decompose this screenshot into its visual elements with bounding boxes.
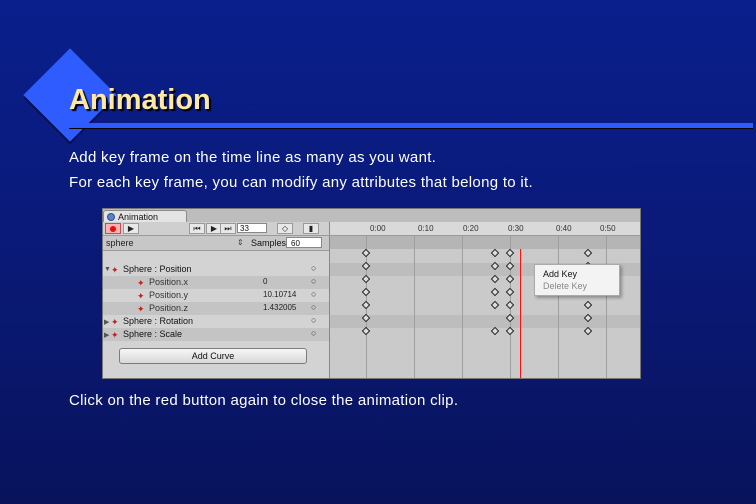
record-icon [110,226,116,232]
add-keyframe-button[interactable]: ◇ [277,223,293,234]
tab-animation[interactable]: Animation [103,210,187,222]
property-label: Sphere : Scale [123,329,183,339]
curve-toggle-icon[interactable]: ○ [311,315,316,325]
samples-label: Samples [251,238,287,248]
keyframe-marker[interactable] [583,248,593,258]
keyframe-marker[interactable] [505,326,515,336]
ruler-label: 0:30 [508,224,524,233]
property-row[interactable]: ✦ Position.z 1.432005 ○ [103,302,329,315]
keyframe-marker[interactable] [505,274,515,284]
ruler-label: 0:50 [600,224,616,233]
property-row[interactable]: ▼ ✦ Sphere : Position ○ [103,263,329,276]
keyframe-marker[interactable] [361,326,371,336]
property-label: Sphere : Rotation [123,316,194,326]
previous-keyframe-icon: ⏮ [193,224,201,233]
keyframe-marker[interactable] [490,274,500,284]
timeline-gridline [606,236,607,378]
add-event-button[interactable]: ▮ [303,223,319,234]
timeline-gridline [558,236,559,378]
next-keyframe-icon: ⏭ [224,224,232,233]
property-pane: sphere ⇕ Samples 60 ▼ ✦ Sphere : Positio… [103,236,329,378]
keyframe-marker[interactable] [490,326,500,336]
expand-triangle-icon[interactable]: ▼ [104,266,111,273]
keyframe-marker[interactable] [361,287,371,297]
axis-icon: ✦ [137,291,145,301]
clip-selector-row: sphere ⇕ Samples 60 [103,236,329,251]
timeline-gridline [462,236,463,378]
property-label: Position.y [149,290,189,300]
dropdown-arrow-icon[interactable]: ⇕ [237,238,244,247]
play-icon: ▶ [127,224,135,233]
axis-icon: ✦ [137,278,145,288]
record-button[interactable] [105,223,121,234]
keyframe-marker[interactable] [583,300,593,310]
context-menu-add-key[interactable]: Add Key [543,269,577,279]
play-mode-button[interactable]: ▶ [123,223,139,234]
context-menu-delete-key[interactable]: Delete Key [543,281,587,291]
timeline-gridline [414,236,415,378]
tab-animation-label: Animation [118,211,159,222]
property-row[interactable]: ▶ ✦ Sphere : Scale ○ [103,328,329,341]
dopesheet-timeline[interactable]: Add Key Delete Key [329,236,640,378]
body-line-2: For each key frame, you can modify any a… [69,174,533,191]
samples-field[interactable]: 60 [286,237,322,248]
ruler-label: 0:10 [418,224,434,233]
property-value[interactable]: 10.10714 [263,290,296,299]
property-value[interactable]: 1.432005 [263,303,296,312]
curve-toggle-icon[interactable]: ○ [311,276,316,286]
play-triangle-icon: ▶ [210,224,218,233]
collapse-triangle-icon[interactable]: ▶ [104,331,109,339]
frame-field[interactable]: 33 [237,223,267,233]
title-underline-tick [69,130,79,132]
title-underline [69,123,753,129]
animation-icon [107,212,115,221]
keyframe-marker[interactable] [505,248,515,258]
curve-toggle-icon[interactable]: ○ [311,289,316,299]
axis-icon: ✦ [137,304,145,314]
tab-bar: Animation [103,209,640,222]
timeline-row-band [330,315,640,328]
slide-title: Animation [69,84,211,116]
keyframe-marker[interactable] [490,287,500,297]
clip-dropdown[interactable]: sphere [106,238,134,248]
keyframe-marker[interactable] [490,300,500,310]
ruler-label: 0:00 [370,224,386,233]
timeline-ruler[interactable]: 0:00 0:10 0:20 0:30 0:40 0:50 [329,222,640,235]
property-value[interactable]: 0 [263,277,267,286]
add-event-icon: ▮ [308,224,314,233]
ruler-label: 0:20 [463,224,479,233]
transform-axis-icon: ✦ [111,265,119,275]
keyframe-marker[interactable] [361,274,371,284]
curve-toggle-icon[interactable]: ○ [311,328,316,338]
property-label: Position.x [149,277,189,287]
playhead[interactable] [520,249,521,378]
body-line-3: Click on the red button again to close t… [69,392,459,409]
transform-axis-icon: ✦ [111,317,119,327]
transform-axis-icon: ✦ [111,330,119,340]
keyframe-marker[interactable] [361,248,371,258]
curve-toggle-icon[interactable]: ○ [311,302,316,312]
curve-toggle-icon[interactable]: ○ [311,263,316,273]
property-row[interactable]: ▶ ✦ Sphere : Rotation ○ [103,315,329,328]
add-curve-button[interactable]: Add Curve [119,348,307,364]
property-label: Sphere : Position [123,264,192,274]
property-row[interactable]: ✦ Position.y 10.10714 ○ [103,289,329,302]
keyframe-context-menu: Add Key Delete Key [534,264,620,296]
ruler-label: 0:40 [556,224,572,233]
keyframe-marker[interactable] [490,248,500,258]
previous-keyframe-button[interactable]: ⏮ [189,223,205,234]
animation-window-screenshot: Animation ▶ ⏮ ▶ ⏭ 33 ◇ ▮ 0:00 0:10 0:20 … [102,208,641,379]
body-line-1: Add key frame on the time line as many a… [69,149,437,166]
property-label: Position.z [149,303,189,313]
keyframe-marker[interactable] [505,300,515,310]
keyframe-marker[interactable] [583,326,593,336]
keyframe-marker[interactable] [361,300,371,310]
next-keyframe-button[interactable]: ⏭ [220,223,236,234]
add-keyframe-icon: ◇ [281,224,289,233]
property-row[interactable]: ✦ Position.x 0 ○ [103,276,329,289]
collapse-triangle-icon[interactable]: ▶ [104,318,109,326]
keyframe-marker[interactable] [505,287,515,297]
timeline-header-band [330,236,640,249]
